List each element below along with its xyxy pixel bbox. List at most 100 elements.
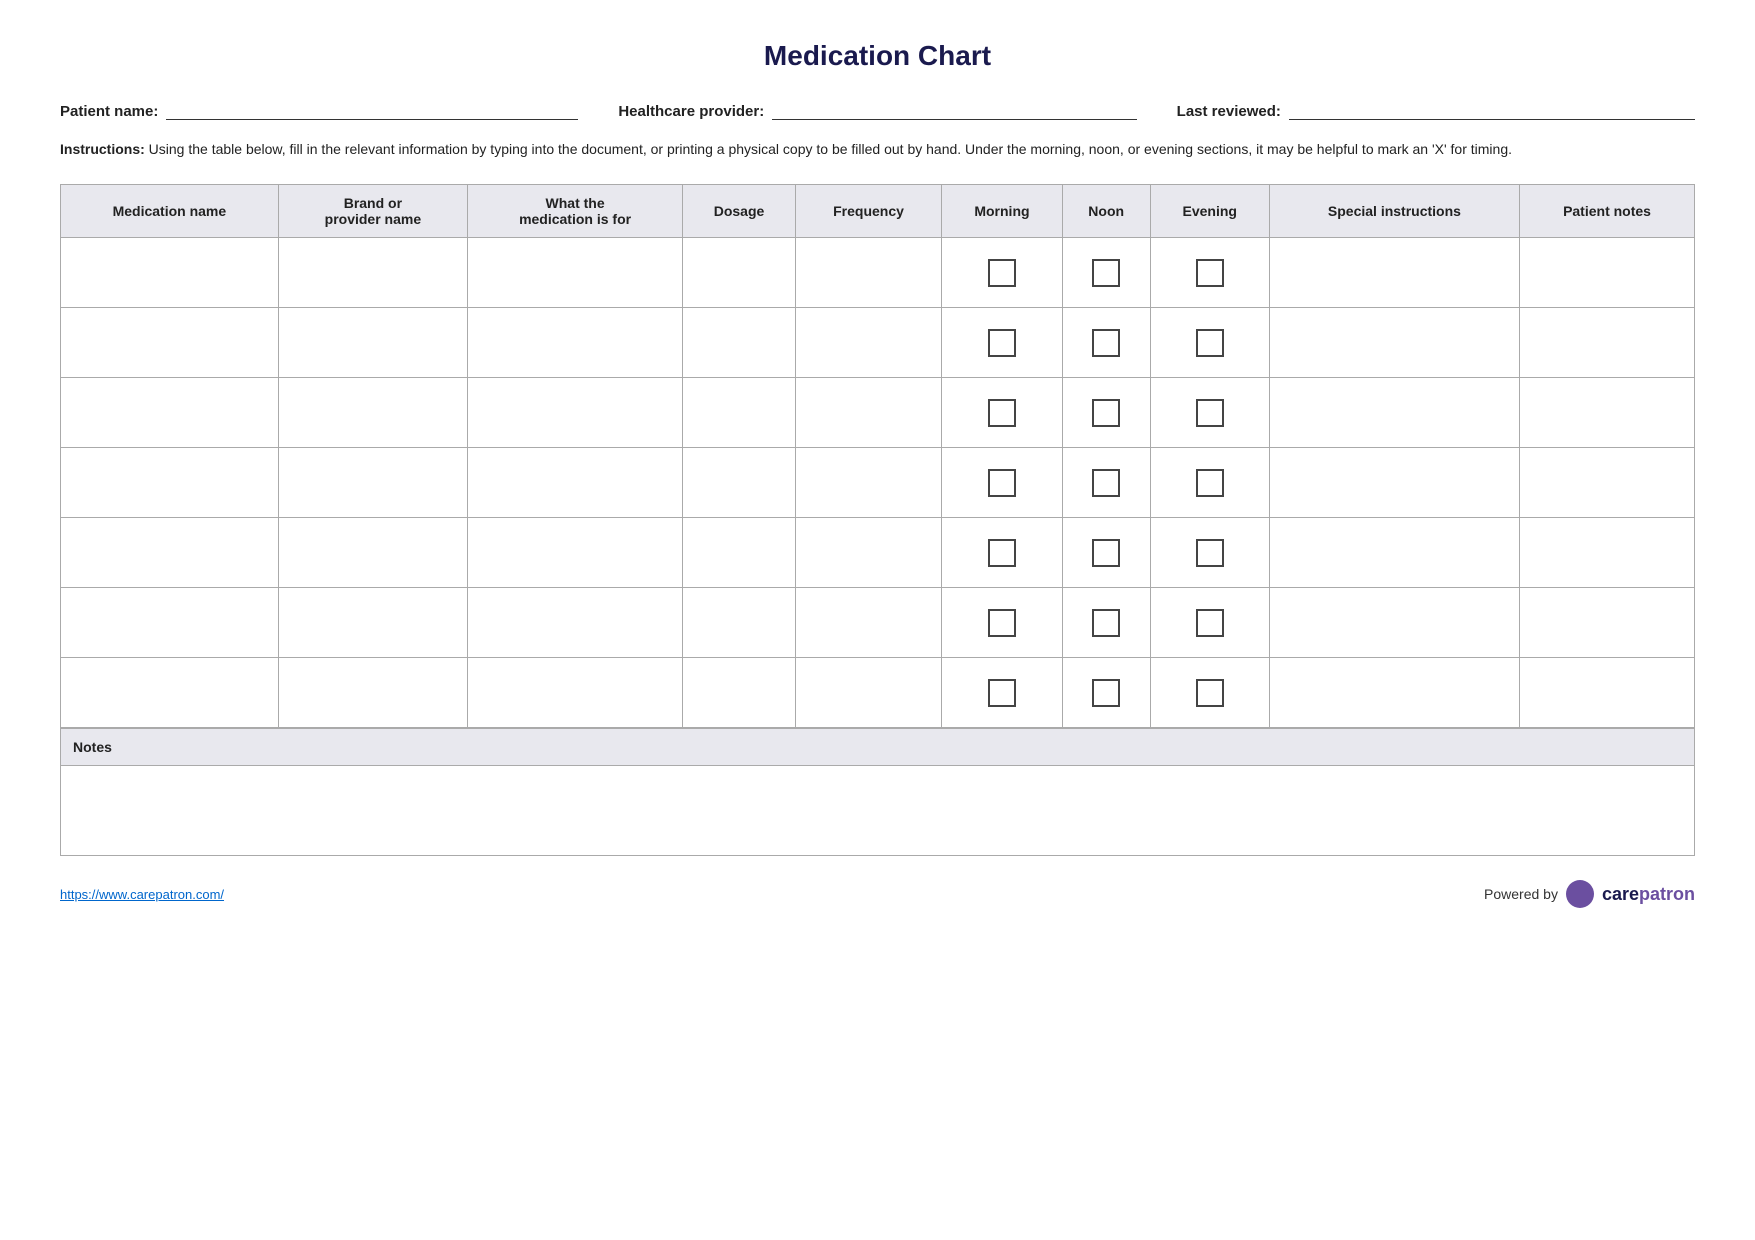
checkbox-noon-2[interactable] bbox=[1092, 329, 1120, 357]
checkbox-morning-3[interactable] bbox=[988, 399, 1016, 427]
cell-notes-1[interactable] bbox=[1520, 238, 1695, 308]
cell-medication-name-3[interactable] bbox=[61, 378, 279, 448]
cell-noon-6[interactable] bbox=[1062, 588, 1150, 658]
cell-dosage-7[interactable] bbox=[683, 658, 796, 728]
notes-body[interactable] bbox=[60, 766, 1695, 856]
cell-special-2[interactable] bbox=[1269, 308, 1519, 378]
checkbox-evening-3[interactable] bbox=[1196, 399, 1224, 427]
cell-what-for-5[interactable] bbox=[468, 518, 683, 588]
cell-noon-7[interactable] bbox=[1062, 658, 1150, 728]
cell-notes-5[interactable] bbox=[1520, 518, 1695, 588]
cell-evening-7[interactable] bbox=[1150, 658, 1269, 728]
checkbox-evening-6[interactable] bbox=[1196, 609, 1224, 637]
page-title: Medication Chart bbox=[60, 40, 1695, 72]
cell-morning-7[interactable] bbox=[942, 658, 1062, 728]
checkbox-evening-1[interactable] bbox=[1196, 259, 1224, 287]
checkbox-evening-7[interactable] bbox=[1196, 679, 1224, 707]
cell-brand-1[interactable] bbox=[278, 238, 467, 308]
cell-morning-4[interactable] bbox=[942, 448, 1062, 518]
cell-frequency-7[interactable] bbox=[795, 658, 941, 728]
checkbox-evening-4[interactable] bbox=[1196, 469, 1224, 497]
cell-dosage-6[interactable] bbox=[683, 588, 796, 658]
checkbox-evening-5[interactable] bbox=[1196, 539, 1224, 567]
cell-noon-1[interactable] bbox=[1062, 238, 1150, 308]
cell-what-for-6[interactable] bbox=[468, 588, 683, 658]
checkbox-noon-1[interactable] bbox=[1092, 259, 1120, 287]
cell-frequency-5[interactable] bbox=[795, 518, 941, 588]
cell-special-3[interactable] bbox=[1269, 378, 1519, 448]
cell-noon-2[interactable] bbox=[1062, 308, 1150, 378]
cell-brand-5[interactable] bbox=[278, 518, 467, 588]
cell-brand-3[interactable] bbox=[278, 378, 467, 448]
cell-noon-4[interactable] bbox=[1062, 448, 1150, 518]
cell-dosage-4[interactable] bbox=[683, 448, 796, 518]
patient-name-line bbox=[166, 102, 578, 120]
cell-notes-7[interactable] bbox=[1520, 658, 1695, 728]
checkbox-noon-4[interactable] bbox=[1092, 469, 1120, 497]
footer-link[interactable]: https://www.carepatron.com/ bbox=[60, 887, 224, 902]
cell-dosage-5[interactable] bbox=[683, 518, 796, 588]
cell-evening-6[interactable] bbox=[1150, 588, 1269, 658]
carepatron-brand: carepatron bbox=[1602, 884, 1695, 905]
cell-morning-3[interactable] bbox=[942, 378, 1062, 448]
checkbox-evening-2[interactable] bbox=[1196, 329, 1224, 357]
cell-evening-3[interactable] bbox=[1150, 378, 1269, 448]
cell-dosage-3[interactable] bbox=[683, 378, 796, 448]
cell-brand-6[interactable] bbox=[278, 588, 467, 658]
cell-what-for-1[interactable] bbox=[468, 238, 683, 308]
cell-evening-2[interactable] bbox=[1150, 308, 1269, 378]
cell-morning-2[interactable] bbox=[942, 308, 1062, 378]
cell-brand-2[interactable] bbox=[278, 308, 467, 378]
cell-medication-name-5[interactable] bbox=[61, 518, 279, 588]
cell-morning-5[interactable] bbox=[942, 518, 1062, 588]
cell-brand-4[interactable] bbox=[278, 448, 467, 518]
cell-evening-5[interactable] bbox=[1150, 518, 1269, 588]
cell-evening-1[interactable] bbox=[1150, 238, 1269, 308]
cell-dosage-1[interactable] bbox=[683, 238, 796, 308]
cell-noon-3[interactable] bbox=[1062, 378, 1150, 448]
checkbox-noon-6[interactable] bbox=[1092, 609, 1120, 637]
cell-morning-1[interactable] bbox=[942, 238, 1062, 308]
checkbox-morning-5[interactable] bbox=[988, 539, 1016, 567]
cell-frequency-4[interactable] bbox=[795, 448, 941, 518]
checkbox-morning-7[interactable] bbox=[988, 679, 1016, 707]
cell-frequency-2[interactable] bbox=[795, 308, 941, 378]
cell-special-4[interactable] bbox=[1269, 448, 1519, 518]
cell-morning-6[interactable] bbox=[942, 588, 1062, 658]
cell-medication-name-2[interactable] bbox=[61, 308, 279, 378]
cell-frequency-6[interactable] bbox=[795, 588, 941, 658]
cell-medication-name-7[interactable] bbox=[61, 658, 279, 728]
cell-special-7[interactable] bbox=[1269, 658, 1519, 728]
cell-evening-4[interactable] bbox=[1150, 448, 1269, 518]
cell-special-1[interactable] bbox=[1269, 238, 1519, 308]
cell-notes-3[interactable] bbox=[1520, 378, 1695, 448]
cell-what-for-2[interactable] bbox=[468, 308, 683, 378]
cell-medication-name-1[interactable] bbox=[61, 238, 279, 308]
cell-dosage-2[interactable] bbox=[683, 308, 796, 378]
checkbox-morning-2[interactable] bbox=[988, 329, 1016, 357]
cell-medication-name-4[interactable] bbox=[61, 448, 279, 518]
checkbox-noon-3[interactable] bbox=[1092, 399, 1120, 427]
checkbox-noon-5[interactable] bbox=[1092, 539, 1120, 567]
cell-notes-4[interactable] bbox=[1520, 448, 1695, 518]
cell-special-6[interactable] bbox=[1269, 588, 1519, 658]
patient-info-bar: Patient name: Healthcare provider: Last … bbox=[60, 102, 1695, 120]
cell-special-5[interactable] bbox=[1269, 518, 1519, 588]
cell-what-for-3[interactable] bbox=[468, 378, 683, 448]
col-header-morning: Morning bbox=[942, 185, 1062, 238]
cell-notes-6[interactable] bbox=[1520, 588, 1695, 658]
checkbox-morning-1[interactable] bbox=[988, 259, 1016, 287]
cell-noon-5[interactable] bbox=[1062, 518, 1150, 588]
col-header-frequency: Frequency bbox=[795, 185, 941, 238]
checkbox-noon-7[interactable] bbox=[1092, 679, 1120, 707]
cell-frequency-1[interactable] bbox=[795, 238, 941, 308]
cell-brand-7[interactable] bbox=[278, 658, 467, 728]
cell-notes-2[interactable] bbox=[1520, 308, 1695, 378]
notes-header: Notes bbox=[60, 728, 1695, 766]
cell-what-for-4[interactable] bbox=[468, 448, 683, 518]
cell-what-for-7[interactable] bbox=[468, 658, 683, 728]
checkbox-morning-6[interactable] bbox=[988, 609, 1016, 637]
cell-frequency-3[interactable] bbox=[795, 378, 941, 448]
cell-medication-name-6[interactable] bbox=[61, 588, 279, 658]
checkbox-morning-4[interactable] bbox=[988, 469, 1016, 497]
